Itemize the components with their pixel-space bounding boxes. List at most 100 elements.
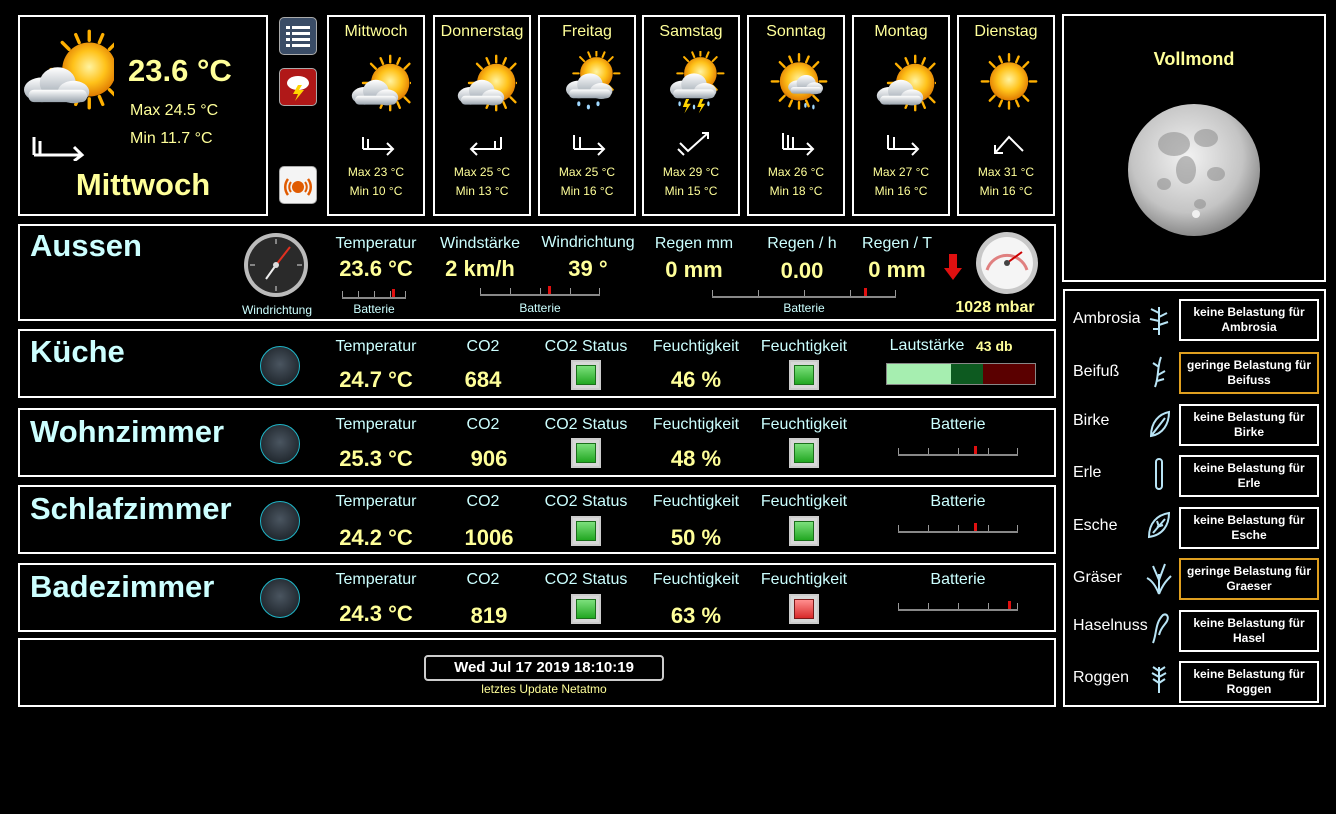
outdoor-temperature-value: 23.6 °C [339, 256, 413, 281]
humidity-status-indicator [789, 438, 819, 468]
storm-warning-icon [287, 76, 309, 101]
current-min-temperature: Min 11.7 °C [130, 130, 213, 147]
battery-bar [898, 446, 1018, 456]
co2-label: CO2 [466, 571, 500, 588]
pollen-level-box: geringe Belastung für Graeser [1179, 558, 1319, 600]
temperature-value: 24.2 °C [339, 525, 413, 550]
forecast-day: Samstag [659, 23, 723, 40]
room-title: Küche [30, 334, 125, 369]
forecast-card: Donnerstag Max 25 °C Min 13 °C [433, 15, 531, 216]
humidity-value: 46 % [670, 367, 722, 392]
wind-direction-gauge-label: Windrichtung [241, 303, 313, 317]
wind-speed-value: 2 km/h [445, 256, 515, 281]
alarm-button[interactable] [279, 166, 317, 204]
battery-bar [480, 286, 600, 296]
room-title: Badezimmer [30, 569, 215, 604]
forecast-day: Freitag [562, 23, 612, 40]
room-title: Schlafzimmer [30, 491, 232, 526]
co2-status-label: CO2 Status [544, 571, 628, 588]
forecast-min: Min 16 °C [979, 184, 1033, 198]
co2-label: CO2 [466, 338, 500, 355]
pollen-level-box: keine Belastung für Esche [1179, 507, 1319, 549]
forecast-max: Max 29 °C [662, 165, 720, 179]
humidity-value: 50 % [670, 525, 722, 550]
forecast-min: Min 16 °C [560, 184, 614, 198]
humidity-status-label: Feuchtigkeit [760, 416, 848, 433]
wind-arrow-icon [362, 137, 395, 156]
pollen-name: Beifuß [1073, 363, 1120, 380]
sun-icon [980, 53, 1038, 110]
forecast-max: Max 31 °C [977, 165, 1035, 179]
forecast-max: Max 25 °C [558, 165, 616, 179]
partly-cloudy-icon [351, 54, 411, 112]
forecast-card: Samstag Max 29 °C Min 15 °C [642, 15, 740, 216]
forecast-card: Montag Max 27 °C Min 16 °C [852, 15, 950, 216]
room-panel-kueche: Küche Temperatur 24.7 °C CO2 684 CO2 Sta… [18, 329, 1056, 398]
forecast-day: Sonntag [766, 23, 826, 40]
forecast-min: Min 15 °C [664, 184, 718, 198]
list-icon [286, 26, 310, 47]
co2-value: 1006 [464, 525, 514, 550]
battery-bar [342, 289, 406, 299]
pollen-name: Roggen [1073, 669, 1130, 686]
temperature-value: 24.3 °C [339, 601, 413, 626]
birch-leaf-icon [1149, 410, 1171, 438]
outdoor-panel: Aussen Windrichtung Temperatur 23.6 °C B… [18, 224, 1056, 321]
ash-leaf-icon [1147, 511, 1171, 539]
temperature-label: Temperatur [335, 338, 417, 355]
room-sensor-icon [260, 578, 300, 618]
room-sensor-icon [260, 501, 300, 541]
co2-value: 906 [470, 446, 508, 471]
co2-status-indicator [571, 360, 601, 390]
wind-direction-label: Windrichtung [541, 234, 635, 251]
wind-direction-value: 39 ° [568, 256, 608, 281]
forecast-card: Mittwoch Max 23 °C Min 10 °C [327, 15, 425, 216]
temperature-value: 24.7 °C [339, 367, 413, 392]
temperature-label: Temperatur [335, 493, 417, 510]
co2-status-label: CO2 Status [544, 493, 628, 510]
forecast-card: Dienstag Max 31 °C Min 16 °C [957, 15, 1055, 216]
pollen-level-box: geringe Belastung für Beifuss [1179, 352, 1319, 394]
co2-label: CO2 [466, 493, 500, 510]
forecast-min: Min 18 °C [769, 184, 823, 198]
moon-phase: Vollmond [1153, 49, 1235, 69]
forecast-min: Min 10 °C [349, 184, 403, 198]
pollen-panel: Ambrosia keine Belastung für Ambrosia Be… [1063, 289, 1326, 707]
pollen-level-box: keine Belastung für Erle [1179, 455, 1319, 497]
humidity-label: Feuchtigkeit [652, 571, 740, 588]
co2-status-indicator [571, 438, 601, 468]
storm-warning-button[interactable] [279, 68, 317, 106]
forecast-day: Donnerstag [440, 23, 524, 40]
temperature-value: 25.3 °C [339, 446, 413, 471]
alarm-icon [284, 178, 312, 196]
wind-arrow-icon [677, 132, 709, 156]
room-title: Wohnzimmer [30, 414, 225, 449]
wind-arrow-icon [887, 135, 920, 156]
current-day: Mittwoch [75, 167, 211, 202]
partly-cloudy-icon [24, 29, 114, 110]
humidity-value: 63 % [670, 603, 722, 628]
pollen-level-box: keine Belastung für Ambrosia [1179, 299, 1319, 341]
forecast-card: Sonntag Max 26 °C Min 18 °C [747, 15, 845, 216]
rain-value: 0 mm [665, 257, 723, 282]
forecast-max: Max 26 °C [767, 165, 825, 179]
list-button[interactable] [279, 17, 317, 55]
pressure-value: 1028 mbar [955, 299, 1035, 316]
pollen-name: Ambrosia [1073, 310, 1141, 327]
pollen-name: Esche [1073, 517, 1118, 534]
battery-bar [898, 523, 1018, 533]
humidity-label: Feuchtigkeit [652, 338, 740, 355]
mugwort-plant-icon [1152, 356, 1166, 388]
outdoor-title: Aussen [30, 228, 142, 263]
rain-per-day-value: 0 mm [868, 257, 926, 282]
room-sensor-icon [260, 424, 300, 464]
humidity-status-indicator [789, 360, 819, 390]
room-panel-wohnzimmer: Wohnzimmer Temperatur 25.3 °C CO2 906 CO… [18, 408, 1056, 477]
pollen-level-box: keine Belastung für Birke [1179, 404, 1319, 446]
room-sensor-icon [260, 346, 300, 386]
sun-rain-icon [770, 53, 828, 110]
co2-value: 684 [464, 367, 502, 392]
wind-arrow-icon [469, 137, 502, 156]
partly-cloudy-icon [876, 54, 936, 112]
volume-value: 43 db [976, 338, 1013, 354]
